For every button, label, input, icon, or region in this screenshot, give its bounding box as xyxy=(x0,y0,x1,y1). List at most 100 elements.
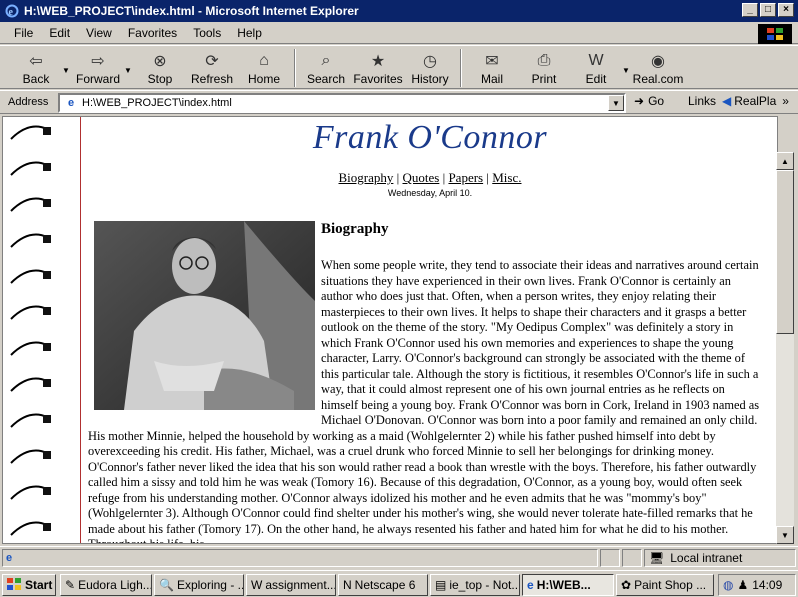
menu-tools[interactable]: Tools xyxy=(185,26,229,40)
go-arrow-icon: ➜ xyxy=(634,94,645,108)
edit-label: Edit xyxy=(585,72,607,86)
stop-icon: ⊗ xyxy=(153,53,167,70)
nav-misc-link[interactable]: Misc. xyxy=(492,170,521,185)
go-button[interactable]: ➜ Go xyxy=(634,94,664,108)
clock[interactable]: 14:09 xyxy=(752,578,782,592)
page-viewport: Frank O'Connor Biography | Quotes | Pape… xyxy=(2,116,778,544)
window-title: H:\WEB_PROJECT\index.html - Microsoft In… xyxy=(24,4,359,18)
edit-dropdown-icon[interactable]: ▼ xyxy=(622,46,632,75)
task-internet-explorer[interactable]: e H:\WEB... xyxy=(522,574,614,596)
task-label: Exploring - ... xyxy=(176,578,244,592)
back-button[interactable]: ⇦ Back xyxy=(10,46,62,86)
realcom-label: Real.com xyxy=(632,72,684,86)
task-label: Paint Shop ... xyxy=(634,578,707,592)
chevron-right-icon[interactable]: » xyxy=(782,94,789,108)
minimize-button[interactable]: _ xyxy=(742,3,758,17)
menu-bar: File Edit View Favorites Tools Help xyxy=(0,22,798,44)
search-button[interactable]: ⌕ Search xyxy=(300,46,352,86)
vertical-scrollbar[interactable]: ▲ ▼ xyxy=(776,152,794,544)
page-title: Frank O'Connor xyxy=(312,119,548,156)
realplayer-icon: ◀ xyxy=(722,94,732,108)
links-bar: Links ◀ RealPla » xyxy=(688,94,789,108)
search-label: Search xyxy=(306,72,346,86)
links-button[interactable]: Links xyxy=(688,94,716,108)
task-assignment[interactable]: W assignment... xyxy=(246,574,336,596)
spiral-rings-icon xyxy=(10,125,51,536)
photo-float-spacer xyxy=(88,258,321,414)
forward-arrow-icon: ⇨ xyxy=(91,53,105,70)
close-button[interactable]: × xyxy=(778,3,794,17)
task-exploring[interactable]: 🔍 Exploring - ... xyxy=(154,574,244,596)
task-label: H:\WEB... xyxy=(536,578,591,592)
address-input[interactable]: e H:\WEB_PROJECT\index.html ▼ xyxy=(58,93,626,113)
standard-toolbar: ⇦ Back ▼ ⇨ Forward ▼ ⊗ Stop ⟳ Refresh ⌂ … xyxy=(0,45,798,89)
network-icon[interactable]: ◍ xyxy=(723,578,733,592)
edit-button[interactable]: W Edit xyxy=(570,46,622,86)
title-bar: e H:\WEB_PROJECT\index.html - Microsoft … xyxy=(0,0,798,22)
menu-edit[interactable]: Edit xyxy=(41,26,78,40)
nav-separator: | xyxy=(442,170,446,185)
status-cell xyxy=(600,549,620,567)
realcom-button[interactable]: ◉ Real.com xyxy=(632,46,684,86)
menu-file[interactable]: File xyxy=(6,26,41,40)
zone-cell: 🖥 Local intranet xyxy=(644,549,796,567)
toolbar-separator xyxy=(294,49,296,87)
ie-icon: e xyxy=(527,578,534,592)
task-eudora[interactable]: ✎ Eudora Ligh... xyxy=(60,574,152,596)
scroll-up-button[interactable]: ▲ xyxy=(776,152,794,170)
maximize-button[interactable]: □ xyxy=(760,3,776,17)
refresh-button[interactable]: ⟳ Refresh xyxy=(186,46,238,86)
mail-label: Mail xyxy=(480,72,503,86)
menu-view[interactable]: View xyxy=(78,26,120,40)
print-button[interactable]: ⎙ Print xyxy=(518,46,570,86)
scroll-down-button[interactable]: ▼ xyxy=(776,526,794,544)
scroll-thumb[interactable] xyxy=(776,170,794,334)
zone-label: Local intranet xyxy=(670,551,743,565)
biography-text-block: When some people write, they tend to ass… xyxy=(88,258,763,543)
mail-button[interactable]: ✉ Mail xyxy=(466,46,518,86)
spiral-binding-decoration xyxy=(3,117,81,543)
menu-favorites[interactable]: Favorites xyxy=(120,26,185,40)
history-button[interactable]: ◷ History xyxy=(404,46,456,86)
task-paint-shop[interactable]: ✿ Paint Shop ... xyxy=(616,574,714,596)
nav-papers-link[interactable]: Papers xyxy=(448,170,483,185)
forward-button[interactable]: ⇨ Forward xyxy=(72,46,124,86)
favorites-label: Favorites xyxy=(353,72,403,86)
system-tray: ◍ ♟ 14:09 xyxy=(718,574,796,596)
history-icon: ◷ xyxy=(423,53,437,70)
back-dropdown-icon[interactable]: ▼ xyxy=(62,46,72,75)
eudora-icon: ✎ xyxy=(65,578,76,592)
nav-biography-link[interactable]: Biography xyxy=(339,170,394,185)
favorites-icon: ★ xyxy=(370,53,386,70)
taskbar: Start ✎ Eudora Ligh... 🔍 Exploring - ...… xyxy=(0,570,798,597)
task-netscape[interactable]: N Netscape 6 xyxy=(338,574,428,596)
nav-separator: | xyxy=(486,170,489,185)
explorer-icon: 🔍 xyxy=(159,578,174,592)
task-label: Netscape 6 xyxy=(354,578,416,592)
printer-icon: ⎙ xyxy=(537,52,551,69)
svg-text:e: e xyxy=(9,7,14,18)
home-button[interactable]: ⌂ Home xyxy=(238,46,290,86)
refresh-icon: ⟳ xyxy=(205,53,219,70)
word-icon: W xyxy=(251,578,263,592)
task-label: ie_top - Not... xyxy=(449,578,520,592)
favorites-button[interactable]: ★ Favorites xyxy=(352,46,404,86)
start-button[interactable]: Start xyxy=(2,574,56,596)
back-label: Back xyxy=(22,72,50,86)
status-message-cell: e xyxy=(2,549,598,567)
address-dropdown-icon[interactable]: ▼ xyxy=(608,95,624,111)
messenger-icon[interactable]: ♟ xyxy=(737,578,748,592)
forward-dropdown-icon[interactable]: ▼ xyxy=(124,46,134,75)
local-intranet-icon: 🖥 xyxy=(649,551,665,565)
page-content: Frank O'Connor Biography | Quotes | Pape… xyxy=(83,117,777,543)
forward-label: Forward xyxy=(75,72,120,86)
stop-button[interactable]: ⊗ Stop xyxy=(134,46,186,86)
nav-quotes-link[interactable]: Quotes xyxy=(403,170,440,185)
ie-logo-icon: e xyxy=(4,3,20,19)
netscape-icon: N xyxy=(343,578,352,592)
menu-help[interactable]: Help xyxy=(229,26,270,40)
edit-icon: W xyxy=(588,52,604,69)
realplayer-link[interactable]: ◀ RealPla xyxy=(722,94,776,108)
task-notepad[interactable]: ▤ ie_top - Not... xyxy=(430,574,520,596)
start-label: Start xyxy=(25,578,53,592)
